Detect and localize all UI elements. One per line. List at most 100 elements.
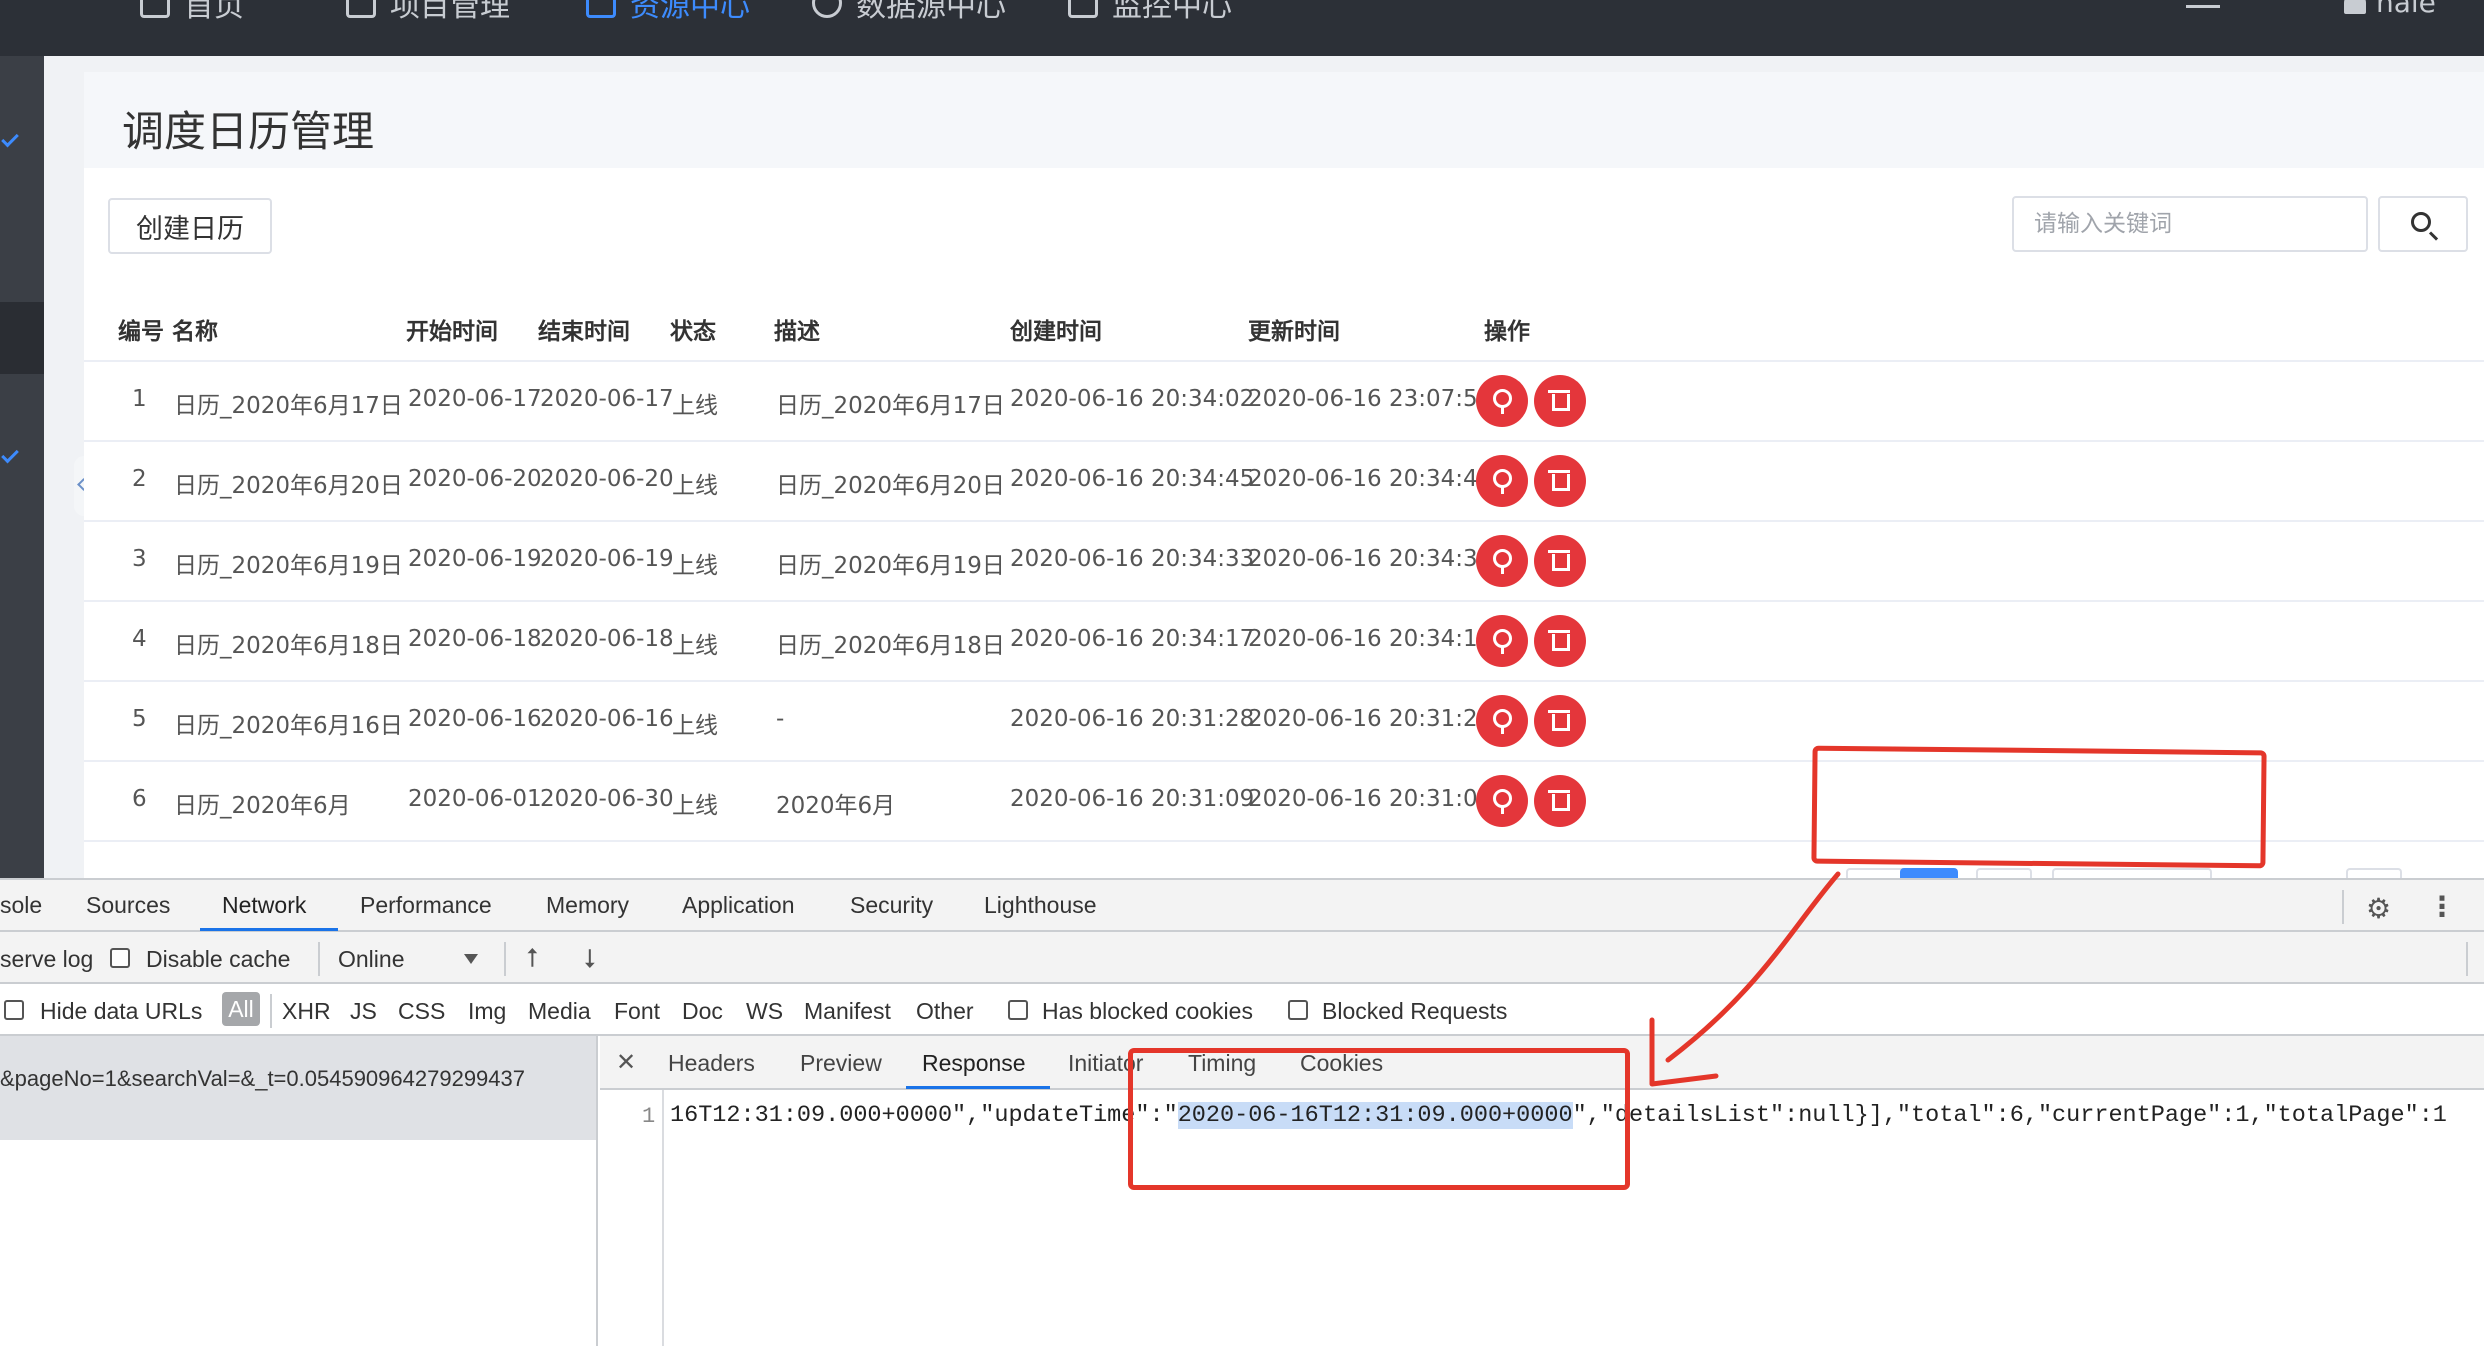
user-icon — [2344, 0, 2366, 14]
nav-item-projects[interactable]: 项目管理 — [346, 0, 510, 24]
th-actions: 操作 — [1484, 319, 1530, 345]
sidebar-item-selected[interactable] — [0, 302, 44, 374]
cell-updated: 2020-06-16 23:07:58 — [1248, 386, 1493, 412]
cell-updated: 2020-06-16 20:34:33 — [1248, 546, 1493, 572]
tab-memory[interactable]: Memory — [546, 892, 629, 919]
nav-item-resources[interactable]: 资源中心 — [586, 0, 750, 24]
tab-response[interactable]: Response — [922, 1050, 1026, 1077]
preserve-log-label[interactable]: serve log — [0, 946, 93, 973]
hide-data-urls-checkbox[interactable] — [4, 1000, 24, 1020]
check-icon — [1, 129, 19, 148]
delete-button[interactable] — [1534, 375, 1586, 427]
tab-sources[interactable]: Sources — [86, 892, 170, 919]
filter-manifest[interactable]: Manifest — [804, 998, 891, 1025]
th-name: 名称 — [172, 319, 218, 345]
divider — [504, 942, 506, 976]
response-text-before: 16T12:31:09.000+0000","updateTime":" — [670, 1102, 1178, 1129]
cell-created: 2020-06-16 20:31:28 — [1010, 706, 1255, 732]
export-har-icon[interactable]: ⭣ — [584, 944, 596, 975]
tab-performance[interactable]: Performance — [360, 892, 492, 919]
tab-console[interactable]: sole — [0, 892, 42, 919]
tab-headers[interactable]: Headers — [668, 1050, 755, 1077]
annotation-box-table — [1811, 745, 2267, 869]
divider — [270, 994, 272, 1028]
cell-start: 2020-06-16 — [408, 706, 542, 732]
import-har-icon[interactable]: ⭡ — [526, 944, 538, 975]
filter-media[interactable]: Media — [528, 998, 591, 1025]
online-button[interactable] — [1476, 615, 1528, 667]
filter-doc[interactable]: Doc — [682, 998, 723, 1025]
filter-js[interactable]: JS — [350, 998, 377, 1025]
blocked-requests-label: Blocked Requests — [1322, 998, 1508, 1024]
close-icon[interactable]: ✕ — [616, 1048, 636, 1076]
devtools-tabbar: sole Sources Network Performance Memory … — [0, 880, 2484, 932]
online-button[interactable] — [1476, 775, 1528, 827]
filter-font[interactable]: Font — [614, 998, 660, 1025]
nav-item-monitor[interactable]: 监控中心 — [1068, 0, 1232, 24]
delete-button[interactable] — [1534, 535, 1586, 587]
more-vert-icon[interactable]: ⋮ — [2428, 890, 2456, 923]
tab-application[interactable]: Application — [682, 892, 795, 919]
filter-xhr[interactable]: XHR — [282, 998, 331, 1025]
cell-start: 2020-06-20 — [408, 466, 542, 492]
throttle-select[interactable]: Online — [338, 946, 404, 973]
request-row-selected[interactable]: &pageNo=1&searchVal=&_t=0.05459096427929… — [0, 1036, 596, 1140]
filter-ws[interactable]: WS — [746, 998, 783, 1025]
cell-desc: 日历_2020年6月17日 — [776, 393, 1005, 419]
online-button[interactable] — [1476, 455, 1528, 507]
cell-end: 2020-06-20 — [540, 466, 674, 492]
pager-size[interactable] — [2346, 868, 2402, 878]
cell-end: 2020-06-16 — [540, 706, 674, 732]
tab-preview[interactable]: Preview — [800, 1050, 882, 1077]
disable-cache-checkbox[interactable] — [110, 948, 130, 968]
divider — [318, 942, 320, 976]
search-input[interactable] — [2012, 196, 2368, 252]
th-start: 开始时间 — [406, 319, 498, 345]
tab-network[interactable]: Network — [222, 892, 306, 919]
online-button[interactable] — [1476, 375, 1528, 427]
delete-button[interactable] — [1534, 615, 1586, 667]
pager-current[interactable] — [1900, 868, 1958, 878]
pager-jump[interactable] — [2052, 868, 2212, 878]
table-row: 2 日历_2020年6月20日 2020-06-20 2020-06-20 上线… — [84, 442, 2484, 522]
online-button[interactable] — [1476, 695, 1528, 747]
nav-item-home[interactable]: 首页 — [140, 0, 244, 24]
delete-button[interactable] — [1534, 455, 1586, 507]
filter-img[interactable]: Img — [468, 998, 506, 1025]
gear-icon[interactable]: ⚙ — [2366, 892, 2391, 925]
hide-data-urls-label: Hide data URLs — [40, 998, 203, 1024]
th-id: 编号 — [118, 319, 164, 345]
request-list: &pageNo=1&searchVal=&_t=0.05459096427929… — [0, 1036, 598, 1346]
cell-desc: 日历_2020年6月20日 — [776, 473, 1005, 499]
table-row: 3 日历_2020年6月19日 2020-06-19 2020-06-19 上线… — [84, 522, 2484, 602]
cell-desc: - — [776, 706, 785, 732]
cell-end: 2020-06-18 — [540, 626, 674, 652]
filter-css[interactable]: CSS — [398, 998, 445, 1025]
has-blocked-cookies-label: Has blocked cookies — [1042, 998, 1253, 1024]
active-tab-indicator — [200, 928, 338, 931]
nav-item-datasource[interactable]: 数据源中心 — [812, 0, 1006, 24]
online-button[interactable] — [1476, 535, 1528, 587]
line-gutter: 1 — [600, 1090, 664, 1346]
nav-item-label: 项目管理 — [390, 0, 510, 24]
blocked-requests-checkbox[interactable] — [1288, 1000, 1308, 1020]
cell-id: 4 — [132, 626, 147, 652]
delete-button[interactable] — [1534, 775, 1586, 827]
cell-start: 2020-06-01 — [408, 786, 542, 812]
has-blocked-cookies-checkbox[interactable] — [1008, 1000, 1028, 1020]
annotation-box-response — [1128, 1048, 1630, 1190]
tab-security[interactable]: Security — [850, 892, 933, 919]
search-button[interactable] — [2378, 196, 2468, 252]
line-number: 1 — [642, 1104, 656, 1129]
pager-next[interactable] — [1976, 868, 2032, 878]
cell-name: 日历_2020年6月17日 — [174, 393, 403, 419]
create-calendar-button[interactable]: 创建日历 — [108, 198, 272, 254]
language-switch[interactable] — [2186, 0, 2220, 8]
filter-all[interactable]: All — [222, 992, 260, 1026]
cell-created: 2020-06-16 20:34:45 — [1010, 466, 1255, 492]
cell-name: 日历_2020年6月20日 — [174, 473, 403, 499]
user-menu[interactable]: hale — [2344, 0, 2436, 19]
delete-button[interactable] — [1534, 695, 1586, 747]
filter-other[interactable]: Other — [916, 998, 974, 1025]
tab-lighthouse[interactable]: Lighthouse — [984, 892, 1097, 919]
